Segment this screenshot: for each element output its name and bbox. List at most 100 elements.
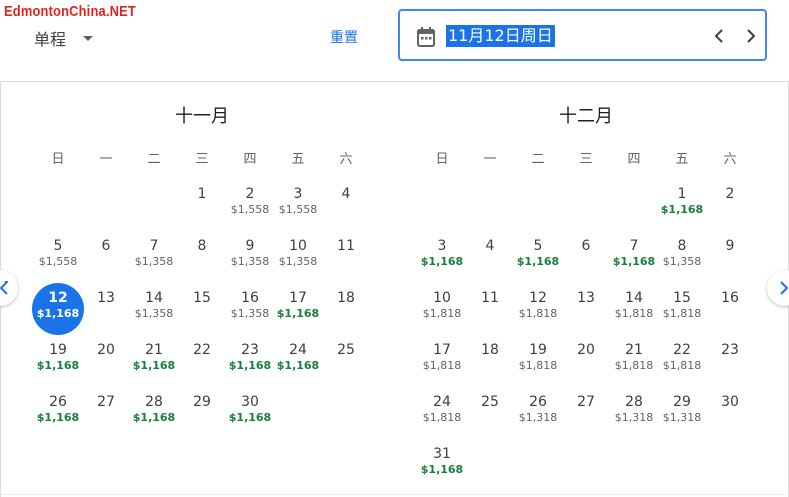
- day-cell[interactable]: 28 $1,318: [610, 391, 658, 443]
- day-cell[interactable]: 22 $1,818: [658, 339, 706, 391]
- day-cell[interactable]: 14 $1,818: [610, 287, 658, 339]
- day-cell[interactable]: 14 $1,358: [130, 287, 178, 339]
- day-cell[interactable]: 21 $1,818: [610, 339, 658, 391]
- next-date-chevron-icon[interactable]: [745, 27, 757, 49]
- day-cell[interactable]: 22: [178, 339, 226, 391]
- day-cell[interactable]: 30 $1,168: [226, 391, 274, 443]
- day-cell[interactable]: 27: [562, 391, 610, 443]
- day-cell[interactable]: 24 $1,818: [418, 391, 466, 443]
- day-price: $1,168: [132, 411, 176, 424]
- day-cell[interactable]: 29: [178, 391, 226, 443]
- day-number: 18: [337, 290, 355, 306]
- day-number: 16: [241, 290, 259, 306]
- day-cell[interactable]: 26 $1,318: [514, 391, 562, 443]
- day-cell[interactable]: 21 $1,168: [130, 339, 178, 391]
- day-cell[interactable]: 16: [706, 287, 754, 339]
- day-cell[interactable]: 9: [706, 235, 754, 287]
- day-number: 15: [673, 290, 691, 306]
- day-cell[interactable]: 10 $1,358: [274, 235, 322, 287]
- day-cell[interactable]: 15 $1,818: [658, 287, 706, 339]
- day-cell[interactable]: 9 $1,358: [226, 235, 274, 287]
- day-cell[interactable]: 17 $1,818: [418, 339, 466, 391]
- day-cell[interactable]: 7 $1,168: [610, 235, 658, 287]
- date-input-value[interactable]: 11月12日周日: [446, 25, 555, 47]
- day-cell[interactable]: 6: [82, 235, 130, 287]
- departure-date-field[interactable]: 11月12日周日: [398, 9, 767, 61]
- empty-cell: [34, 183, 82, 235]
- day-number: 30: [721, 394, 739, 410]
- day-price: $1,168: [420, 255, 464, 268]
- day-cell[interactable]: 4: [466, 235, 514, 287]
- day-cell[interactable]: 27: [82, 391, 130, 443]
- day-price: $1,818: [662, 359, 702, 372]
- weekday-header: 日 一 二 三 四 五 六: [418, 148, 754, 167]
- day-number: 5: [53, 238, 63, 254]
- day-cell[interactable]: 13: [562, 287, 610, 339]
- day-number: 21: [625, 342, 643, 358]
- day-number: 5: [533, 238, 543, 254]
- day-cell[interactable]: 11: [322, 235, 370, 287]
- day-cell[interactable]: 23: [706, 339, 754, 391]
- day-grid: 1 2 $1,558 3 $1,558 4 5 $1,558 6 7 $1,358 8 9 $1,358 1…: [32, 183, 370, 443]
- day-cell[interactable]: 1: [178, 183, 226, 235]
- trip-type-dropdown[interactable]: 单程: [34, 26, 94, 50]
- day-cell[interactable]: 28 $1,168: [130, 391, 178, 443]
- day-cell[interactable]: 2: [706, 183, 754, 235]
- day-cell[interactable]: 7 $1,358: [130, 235, 178, 287]
- day-cell[interactable]: 19 $1,818: [514, 339, 562, 391]
- day-cell[interactable]: 20: [82, 339, 130, 391]
- next-month-button[interactable]: [767, 270, 789, 306]
- day-number: 7: [629, 238, 639, 254]
- day-cell[interactable]: 4: [322, 183, 370, 235]
- day-cell-selected[interactable]: 12 $1,168: [32, 283, 84, 339]
- day-cell[interactable]: 8 $1,358: [658, 235, 706, 287]
- day-number: 17: [289, 290, 307, 306]
- reset-button[interactable]: 重置: [330, 27, 358, 47]
- day-price: $1,358: [134, 307, 174, 320]
- day-price: $1,358: [662, 255, 702, 268]
- day-cell[interactable]: 5 $1,168: [514, 235, 562, 287]
- weekday-label: 二: [147, 152, 161, 167]
- day-cell[interactable]: 18: [322, 287, 370, 339]
- day-cell[interactable]: 26 $1,168: [34, 391, 82, 443]
- empty-cell: [562, 183, 610, 235]
- day-cell[interactable]: 1 $1,168: [658, 183, 706, 235]
- day-cell[interactable]: 2 $1,558: [226, 183, 274, 235]
- day-number: 4: [485, 238, 495, 254]
- previous-month-button[interactable]: [0, 270, 18, 306]
- day-cell[interactable]: 30: [706, 391, 754, 443]
- day-cell[interactable]: 5 $1,558: [34, 235, 82, 287]
- day-cell[interactable]: 31 $1,168: [418, 443, 466, 495]
- day-cell[interactable]: 25: [322, 339, 370, 391]
- weekday-label: 三: [579, 152, 593, 167]
- day-cell[interactable]: 18: [466, 339, 514, 391]
- day-cell[interactable]: 24 $1,168: [274, 339, 322, 391]
- day-number: 29: [193, 394, 211, 410]
- day-cell[interactable]: 16 $1,358: [226, 287, 274, 339]
- day-cell[interactable]: 12 $1,818: [514, 287, 562, 339]
- day-cell[interactable]: 8: [178, 235, 226, 287]
- day-number: 17: [433, 342, 451, 358]
- previous-date-chevron-icon[interactable]: [713, 27, 725, 49]
- day-cell[interactable]: 25: [466, 391, 514, 443]
- day-cell[interactable]: 13: [82, 287, 130, 339]
- day-cell[interactable]: 29 $1,318: [658, 391, 706, 443]
- day-cell[interactable]: 17 $1,168: [274, 287, 322, 339]
- weekday-label: 五: [675, 152, 689, 167]
- empty-cell: [514, 183, 562, 235]
- day-cell[interactable]: 11: [466, 287, 514, 339]
- weekday-label: 四: [627, 152, 641, 167]
- day-cell[interactable]: 15: [178, 287, 226, 339]
- day-cell[interactable]: 20: [562, 339, 610, 391]
- day-cell[interactable]: 6: [562, 235, 610, 287]
- day-price: $1,168: [516, 255, 560, 268]
- chevron-right-icon: [780, 281, 789, 295]
- day-cell[interactable]: 19 $1,168: [34, 339, 82, 391]
- day-cell[interactable]: 3 $1,168: [418, 235, 466, 287]
- day-cell[interactable]: 10 $1,818: [418, 287, 466, 339]
- day-number: 6: [581, 238, 591, 254]
- day-cell[interactable]: 3 $1,558: [274, 183, 322, 235]
- day-cell[interactable]: 23 $1,168: [226, 339, 274, 391]
- day-number: 10: [289, 238, 307, 254]
- day-number: 20: [97, 342, 115, 358]
